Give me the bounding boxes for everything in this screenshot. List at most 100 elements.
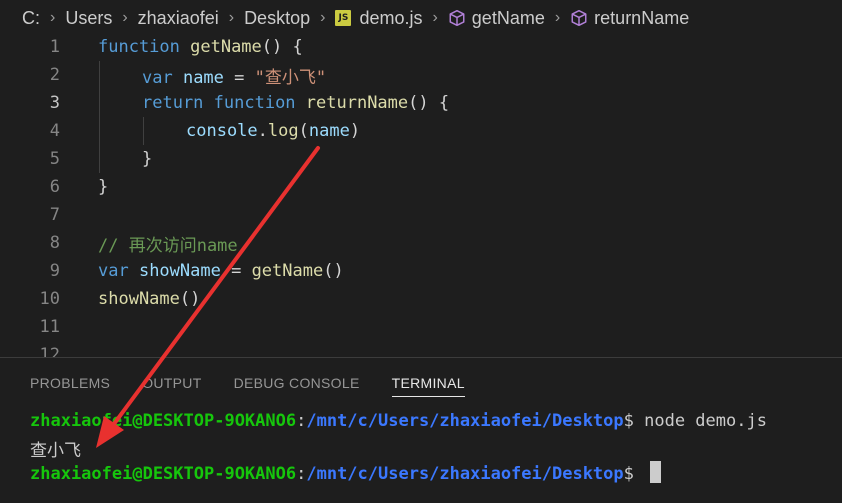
code-token: showName bbox=[98, 289, 180, 309]
line-number: 4 bbox=[49, 121, 60, 141]
line-number: 3 bbox=[49, 93, 60, 113]
code-text: return function returnName() { bbox=[142, 93, 449, 113]
breadcrumb: C: › Users › zhaxiaofei › Desktop › JS d… bbox=[0, 0, 842, 36]
editor-line[interactable]: 1 function getName() { bbox=[0, 33, 842, 61]
code-text: console.log(name) bbox=[186, 121, 360, 141]
code-token: } bbox=[142, 149, 153, 169]
code-text: var name = "查小飞" bbox=[142, 63, 326, 88]
terminal-prompt-end: $ bbox=[623, 411, 645, 431]
code-token: = bbox=[223, 67, 255, 88]
code-token: () bbox=[323, 261, 344, 281]
line-number: 11 bbox=[39, 317, 60, 337]
code-token: } bbox=[98, 177, 109, 197]
code-text: // 再次访问name bbox=[98, 231, 238, 256]
editor-line[interactable]: 10 showName() bbox=[0, 285, 842, 313]
breadcrumb-item-users[interactable]: Users bbox=[65, 8, 112, 29]
terminal-line-command: zhaxiaofei@DESKTOP-9OKANO6:/mnt/c/Users/… bbox=[30, 411, 767, 431]
breadcrumb-item-user[interactable]: zhaxiaofei bbox=[138, 8, 219, 29]
tab-debug-console[interactable]: DEBUG CONSOLE bbox=[234, 369, 360, 397]
terminal-prompt-user: zhaxiaofei@DESKTOP-9OKANO6 bbox=[30, 411, 297, 431]
method-cube-icon bbox=[449, 9, 465, 27]
method-cube-icon bbox=[571, 9, 587, 27]
chevron-right-icon: › bbox=[320, 9, 326, 26]
code-token: log bbox=[267, 121, 299, 141]
panel-tabs: PROBLEMS OUTPUT DEBUG CONSOLE TERMINAL bbox=[0, 358, 842, 408]
code-token: name bbox=[182, 67, 224, 88]
chevron-right-icon: › bbox=[228, 9, 235, 26]
code-token: showName bbox=[138, 261, 221, 281]
code-text: } bbox=[142, 149, 152, 169]
tab-output[interactable]: OUTPUT bbox=[142, 369, 201, 397]
breadcrumb-label: Desktop bbox=[244, 7, 311, 28]
breadcrumb-item-desktop[interactable]: Desktop bbox=[244, 8, 310, 29]
js-file-icon: JS bbox=[335, 10, 352, 26]
terminal-command: node demo.js bbox=[644, 411, 767, 431]
terminal-cursor bbox=[650, 461, 662, 483]
terminal-output: 查小飞 bbox=[30, 441, 81, 461]
breadcrumb-label: getName bbox=[471, 7, 545, 28]
code-token: ) bbox=[349, 121, 361, 141]
editor-line[interactable]: 5} bbox=[0, 145, 842, 173]
chevron-right-icon: › bbox=[432, 9, 438, 26]
line-number: 2 bbox=[49, 65, 60, 85]
code-token: function bbox=[213, 93, 306, 113]
breadcrumb-item-drive[interactable]: C: bbox=[22, 8, 40, 29]
chevron-right-icon: › bbox=[50, 9, 56, 26]
code-token: name bbox=[308, 121, 350, 141]
tab-problems[interactable]: PROBLEMS bbox=[30, 369, 110, 397]
line-number: 5 bbox=[49, 149, 60, 169]
code-token: = bbox=[220, 261, 252, 281]
terminal-line-output: 查小飞 bbox=[30, 436, 81, 461]
breadcrumb-label: Users bbox=[65, 7, 113, 28]
breadcrumb-label: demo.js bbox=[359, 7, 423, 28]
line-number: 8 bbox=[49, 233, 60, 253]
breadcrumb-label: C: bbox=[22, 7, 40, 28]
terminal-prompt-sep: : bbox=[296, 464, 307, 484]
code-token: () { bbox=[408, 93, 450, 113]
breadcrumb-label: zhaxiaofei bbox=[137, 7, 219, 28]
terminal-prompt-sep: : bbox=[296, 411, 307, 431]
code-text: var showName = getName() bbox=[98, 261, 344, 281]
line-number: 1 bbox=[49, 37, 60, 57]
chevron-right-icon: › bbox=[122, 9, 128, 26]
code-text: function getName() { bbox=[98, 37, 303, 57]
code-text: showName() bbox=[98, 289, 200, 309]
editor-line[interactable]: 4 console.log(name) bbox=[0, 117, 842, 145]
editor-line[interactable]: 9 var showName = getName() bbox=[0, 257, 842, 285]
breadcrumb-item-returnname[interactable]: returnName bbox=[570, 8, 689, 29]
editor-line[interactable]: 2 var name = "查小飞" bbox=[0, 61, 842, 89]
terminal-prompt-path: /mnt/c/Users/zhaxiaofei/Desktop bbox=[306, 411, 624, 431]
code-token: console bbox=[186, 121, 258, 141]
editor-line[interactable]: 3 return function returnName() { bbox=[0, 89, 842, 117]
code-token: "查小飞" bbox=[254, 67, 327, 88]
code-token: . bbox=[257, 121, 268, 141]
terminal-line-prompt: zhaxiaofei@DESKTOP-9OKANO6:/mnt/c/Users/… bbox=[30, 461, 662, 484]
code-token: return bbox=[142, 93, 214, 113]
line-number: 6 bbox=[49, 177, 60, 197]
code-token: var bbox=[98, 261, 139, 281]
code-token: () { bbox=[261, 37, 303, 57]
terminal-prompt-end: $ bbox=[623, 464, 645, 484]
code-token: getName bbox=[190, 37, 262, 57]
breadcrumb-label: returnName bbox=[594, 7, 690, 28]
tab-terminal[interactable]: TERMINAL bbox=[391, 369, 465, 397]
breadcrumb-item-getname[interactable]: getName bbox=[448, 8, 545, 29]
editor-line[interactable]: 6} bbox=[0, 173, 842, 201]
code-text: } bbox=[98, 177, 108, 197]
code-token: ( bbox=[298, 121, 309, 141]
code-editor[interactable]: 1 function getName() {2 var name = "查小飞" 3 r… bbox=[0, 33, 842, 365]
breadcrumb-item-file[interactable]: JS demo.js bbox=[335, 8, 422, 29]
code-token: returnName bbox=[305, 93, 409, 113]
line-number: 7 bbox=[49, 205, 60, 225]
code-token: function bbox=[98, 37, 191, 57]
editor-line[interactable]: 8 // 再次访问name bbox=[0, 229, 842, 257]
terminal-prompt-path: /mnt/c/Users/zhaxiaofei/Desktop bbox=[306, 464, 624, 484]
bottom-panel: PROBLEMS OUTPUT DEBUG CONSOLE TERMINAL z… bbox=[0, 357, 842, 503]
code-token: // 再次访问name bbox=[98, 235, 238, 256]
line-number: 10 bbox=[39, 289, 60, 309]
code-token: getName bbox=[251, 261, 324, 281]
chevron-right-icon: › bbox=[554, 9, 561, 26]
editor-line[interactable]: 11 bbox=[0, 313, 842, 341]
editor-line[interactable]: 7 bbox=[0, 201, 842, 229]
terminal-prompt-user: zhaxiaofei@DESKTOP-9OKANO6 bbox=[30, 464, 297, 484]
